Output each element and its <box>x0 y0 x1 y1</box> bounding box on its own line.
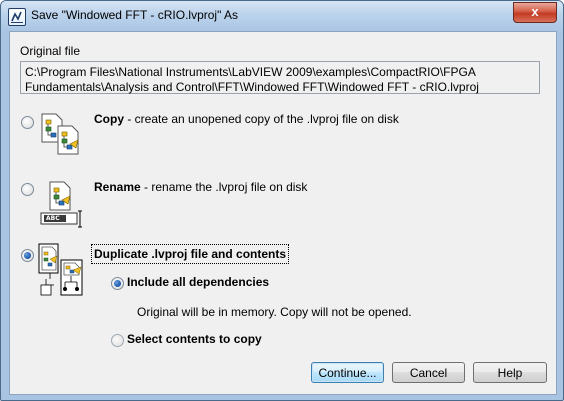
copy-info-text: Original will be in memory. Copy will no… <box>137 305 412 319</box>
copy-project-icon <box>40 112 86 156</box>
rename-option-label[interactable]: Rename - rename the .lvproj file on disk <box>94 180 307 194</box>
close-button[interactable]: x <box>513 2 557 23</box>
select-contents-text: Select contents to copy <box>127 332 262 346</box>
rename-option-desc: - rename the .lvproj file on disk <box>140 180 308 194</box>
cancel-button[interactable]: Cancel <box>392 362 465 383</box>
duplicate-option-title: Duplicate .lvproj file and contents <box>94 247 287 261</box>
original-file-label: Original file <box>20 44 81 58</box>
include-all-dependencies-text: Include all dependencies <box>127 275 270 289</box>
rename-radio[interactable] <box>21 183 34 196</box>
select-contents-radio[interactable] <box>111 334 124 347</box>
continue-button[interactable]: Continue... <box>311 362 384 383</box>
duplicate-option-label[interactable]: Duplicate .lvproj file and contents <box>90 244 290 264</box>
copy-option-desc: - create an unopened copy of the .lvproj… <box>124 112 399 126</box>
copy-radio[interactable] <box>21 116 34 129</box>
window-title: Save "Windowed FFT - cRIO.lvproj" As <box>31 8 239 22</box>
rename-option-title: Rename <box>94 180 141 194</box>
copy-option-title: Copy <box>94 112 124 126</box>
labview-app-icon <box>8 8 26 26</box>
select-contents-label[interactable]: Select contents to copy <box>127 332 262 346</box>
dialog-body: Original file C:\Program Files\National … <box>9 31 557 395</box>
rename-icon-caption: ABC <box>46 215 60 222</box>
save-as-dialog: Save "Windowed FFT - cRIO.lvproj" As x O… <box>0 0 564 401</box>
help-button[interactable]: Help <box>473 362 547 383</box>
title-bar[interactable]: Save "Windowed FFT - cRIO.lvproj" As x <box>1 1 563 31</box>
original-file-path: C:\Program Files\National Instruments\La… <box>20 61 540 94</box>
original-file-path-line1: C:\Program Files\National Instruments\La… <box>25 65 476 79</box>
duplicate-radio[interactable] <box>21 249 34 262</box>
duplicate-project-icon <box>38 243 92 299</box>
include-all-dependencies-radio[interactable] <box>111 277 124 290</box>
rename-project-icon: ABC <box>40 178 88 228</box>
include-all-dependencies-label[interactable]: Include all dependencies <box>127 275 269 289</box>
copy-option-label[interactable]: Copy - create an unopened copy of the .l… <box>94 112 399 126</box>
original-file-path-line2: Fundamentals\Analysis and Control\FFT\Wi… <box>25 80 479 94</box>
close-icon: x <box>531 4 539 19</box>
